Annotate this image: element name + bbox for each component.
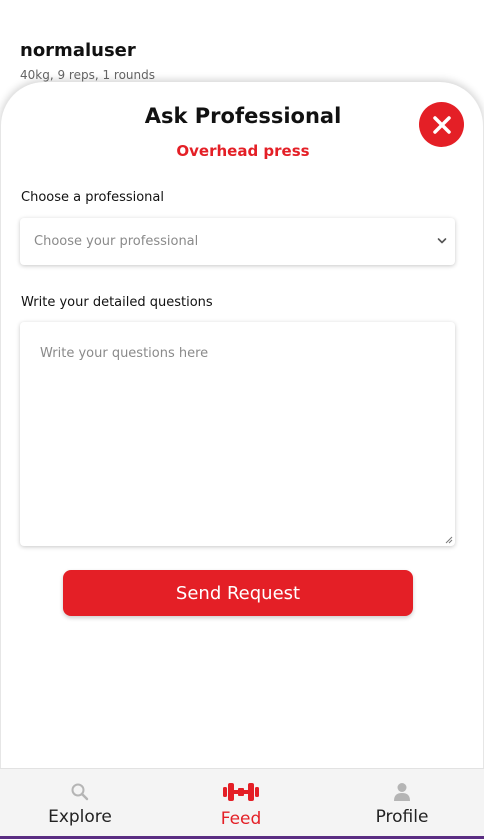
questions-label: Write your detailed questions — [21, 295, 213, 310]
nav-item-profile[interactable]: Profile — [352, 769, 452, 837]
close-button[interactable] — [419, 102, 464, 147]
send-request-button[interactable]: Send Request — [63, 570, 413, 616]
questions-textarea[interactable]: Write your questions here — [20, 322, 455, 546]
nav-label-explore: Explore — [48, 807, 112, 827]
professional-select[interactable]: Choose your professional — [20, 218, 455, 265]
nav-label-feed: Feed — [220, 809, 262, 829]
person-icon — [394, 783, 410, 801]
exercise-name: Overhead press — [176, 142, 310, 160]
nav-item-explore[interactable]: Explore — [30, 769, 130, 837]
professional-select-value: Choose your professional — [34, 234, 199, 249]
nav-label-profile: Profile — [375, 807, 429, 827]
bottom-nav: Explore Feed Profile — [0, 768, 484, 839]
sheet-title: Ask Professional — [144, 104, 342, 128]
chevron-down-icon — [437, 238, 447, 244]
close-icon — [432, 115, 451, 134]
feed-workout-stats: 40kg, 9 reps, 1 rounds — [20, 68, 156, 82]
dumbbell-icon — [223, 783, 259, 801]
ask-professional-sheet: Ask Professional Overhead press Choose a… — [0, 82, 484, 768]
feed-username: normaluser — [20, 40, 136, 61]
questions-placeholder: Write your questions here — [40, 346, 209, 361]
search-icon — [71, 783, 89, 801]
resize-grip-icon[interactable] — [445, 536, 453, 544]
nav-item-feed[interactable]: Feed — [191, 769, 291, 837]
professional-label: Choose a professional — [21, 190, 164, 205]
